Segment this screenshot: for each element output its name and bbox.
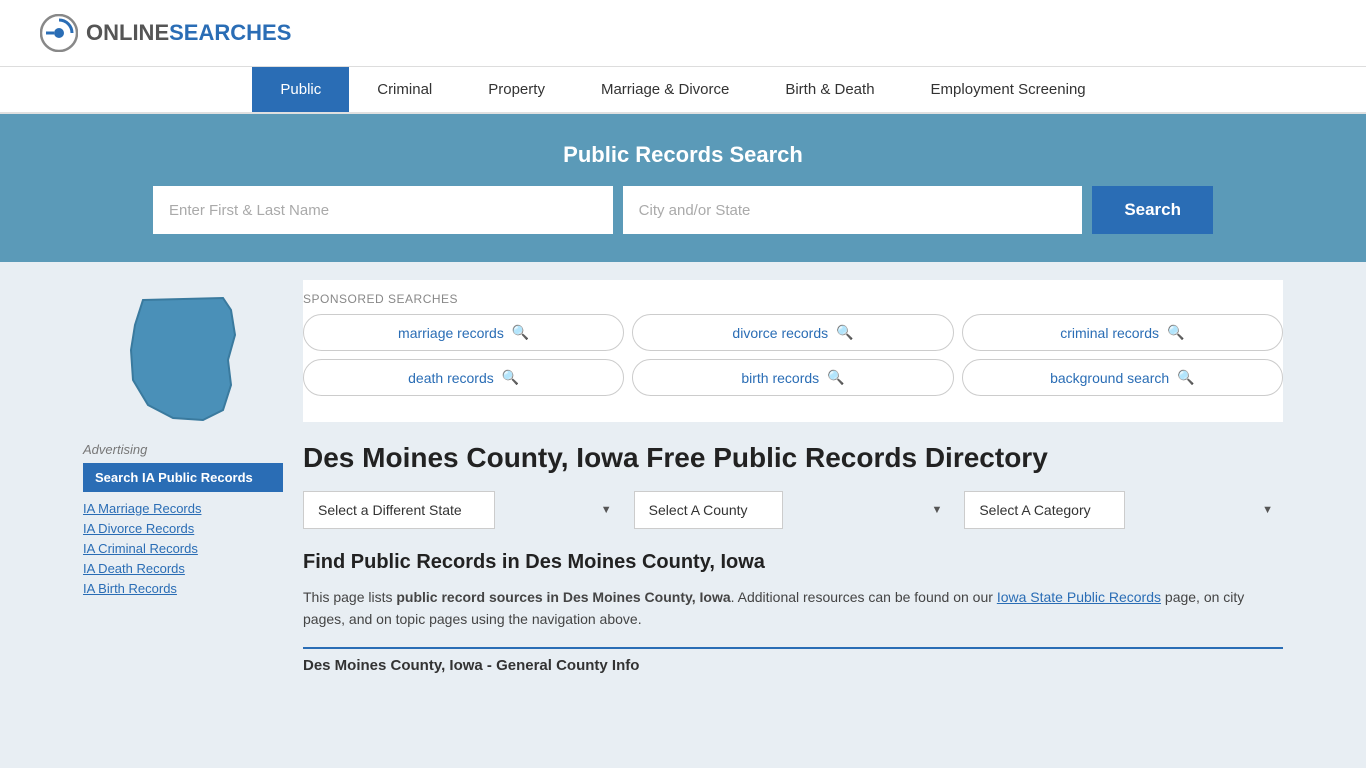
sponsored-background[interactable]: background search 🔍 xyxy=(962,359,1283,396)
sponsored-criminal[interactable]: criminal records 🔍 xyxy=(962,314,1283,351)
search-banner: Public Records Search Search xyxy=(0,114,1366,262)
nav-public[interactable]: Public xyxy=(252,67,349,112)
find-desc-bold: public record sources in Des Moines Coun… xyxy=(396,589,730,605)
sponsored-label: SPONSORED SEARCHES xyxy=(303,292,1283,306)
nav-marriage-divorce[interactable]: Marriage & Divorce xyxy=(573,67,757,112)
search-icon: 🔍 xyxy=(1177,369,1194,386)
nav-criminal[interactable]: Criminal xyxy=(349,67,460,112)
logo-text: ONLINESEARCHES xyxy=(86,20,291,46)
sidebar-link-marriage[interactable]: IA Marriage Records xyxy=(83,501,202,516)
find-desc-part1: This page lists xyxy=(303,589,396,605)
search-icon: 🔍 xyxy=(836,324,853,341)
category-dropdown[interactable]: Select A Category xyxy=(964,491,1125,529)
search-banner-title: Public Records Search xyxy=(40,142,1326,168)
sponsored-section: SPONSORED SEARCHES marriage records 🔍 di… xyxy=(303,280,1283,422)
main-nav: Public Criminal Property Marriage & Divo… xyxy=(0,67,1366,114)
sponsored-background-text: background search xyxy=(1050,370,1169,386)
list-item: IA Death Records xyxy=(83,560,283,576)
sidebar-link-criminal[interactable]: IA Criminal Records xyxy=(83,541,198,556)
list-item: IA Birth Records xyxy=(83,580,283,596)
sponsored-criminal-text: criminal records xyxy=(1060,325,1159,341)
list-item: IA Criminal Records xyxy=(83,540,283,556)
sidebar-search-button[interactable]: Search IA Public Records xyxy=(83,463,283,492)
general-info-title: Des Moines County, Iowa - General County… xyxy=(303,647,1283,674)
sidebar-link-birth[interactable]: IA Birth Records xyxy=(83,581,177,596)
list-item: IA Divorce Records xyxy=(83,520,283,536)
advertising-label: Advertising xyxy=(83,442,283,457)
find-records-description: This page lists public record sources in… xyxy=(303,586,1283,631)
county-dropdown-wrapper: Select A County xyxy=(634,491,953,529)
category-dropdown-wrapper: Select A Category xyxy=(964,491,1283,529)
content-area: SPONSORED SEARCHES marriage records 🔍 di… xyxy=(303,280,1283,674)
search-icon: 🔍 xyxy=(512,324,529,341)
sponsored-death[interactable]: death records 🔍 xyxy=(303,359,624,396)
sponsored-divorce-text: divorce records xyxy=(732,325,828,341)
sidebar-links: IA Marriage Records IA Divorce Records I… xyxy=(83,500,283,596)
sponsored-birth-text: birth records xyxy=(741,370,819,386)
sponsored-divorce[interactable]: divorce records 🔍 xyxy=(632,314,953,351)
search-icon: 🔍 xyxy=(1167,324,1184,341)
location-input[interactable] xyxy=(623,186,1083,234)
state-dropdown-wrapper: Select a Different State xyxy=(303,491,622,529)
state-dropdown[interactable]: Select a Different State xyxy=(303,491,495,529)
main-content: Advertising Search IA Public Records IA … xyxy=(63,262,1303,692)
sidebar-link-divorce[interactable]: IA Divorce Records xyxy=(83,521,194,536)
header: ONLINESEARCHES xyxy=(0,0,1366,67)
logo[interactable]: ONLINESEARCHES xyxy=(40,14,291,52)
sponsored-marriage[interactable]: marriage records 🔍 xyxy=(303,314,624,351)
county-dropdown[interactable]: Select A County xyxy=(634,491,783,529)
sidebar-link-death[interactable]: IA Death Records xyxy=(83,561,185,576)
search-icon: 🔍 xyxy=(827,369,844,386)
search-button[interactable]: Search xyxy=(1092,186,1213,234)
sponsored-marriage-text: marriage records xyxy=(398,325,504,341)
nav-birth-death[interactable]: Birth & Death xyxy=(757,67,902,112)
find-desc-part2: . Additional resources can be found on o… xyxy=(731,589,997,605)
iowa-state-link[interactable]: Iowa State Public Records xyxy=(997,589,1161,605)
nav-property[interactable]: Property xyxy=(460,67,573,112)
find-records-title: Find Public Records in Des Moines County… xyxy=(303,551,1283,574)
sponsored-birth[interactable]: birth records 🔍 xyxy=(632,359,953,396)
sponsored-death-text: death records xyxy=(408,370,494,386)
logo-icon xyxy=(40,14,78,52)
page-title: Des Moines County, Iowa Free Public Reco… xyxy=(303,440,1283,475)
search-form: Search xyxy=(153,186,1213,234)
sidebar: Advertising Search IA Public Records IA … xyxy=(83,280,283,674)
state-map-icon xyxy=(113,280,253,430)
list-item: IA Marriage Records xyxy=(83,500,283,516)
search-icon: 🔍 xyxy=(502,369,519,386)
name-input[interactable] xyxy=(153,186,613,234)
sponsored-grid: marriage records 🔍 divorce records 🔍 cri… xyxy=(303,314,1283,396)
dropdowns-row: Select a Different State Select A County… xyxy=(303,491,1283,529)
nav-employment[interactable]: Employment Screening xyxy=(903,67,1114,112)
